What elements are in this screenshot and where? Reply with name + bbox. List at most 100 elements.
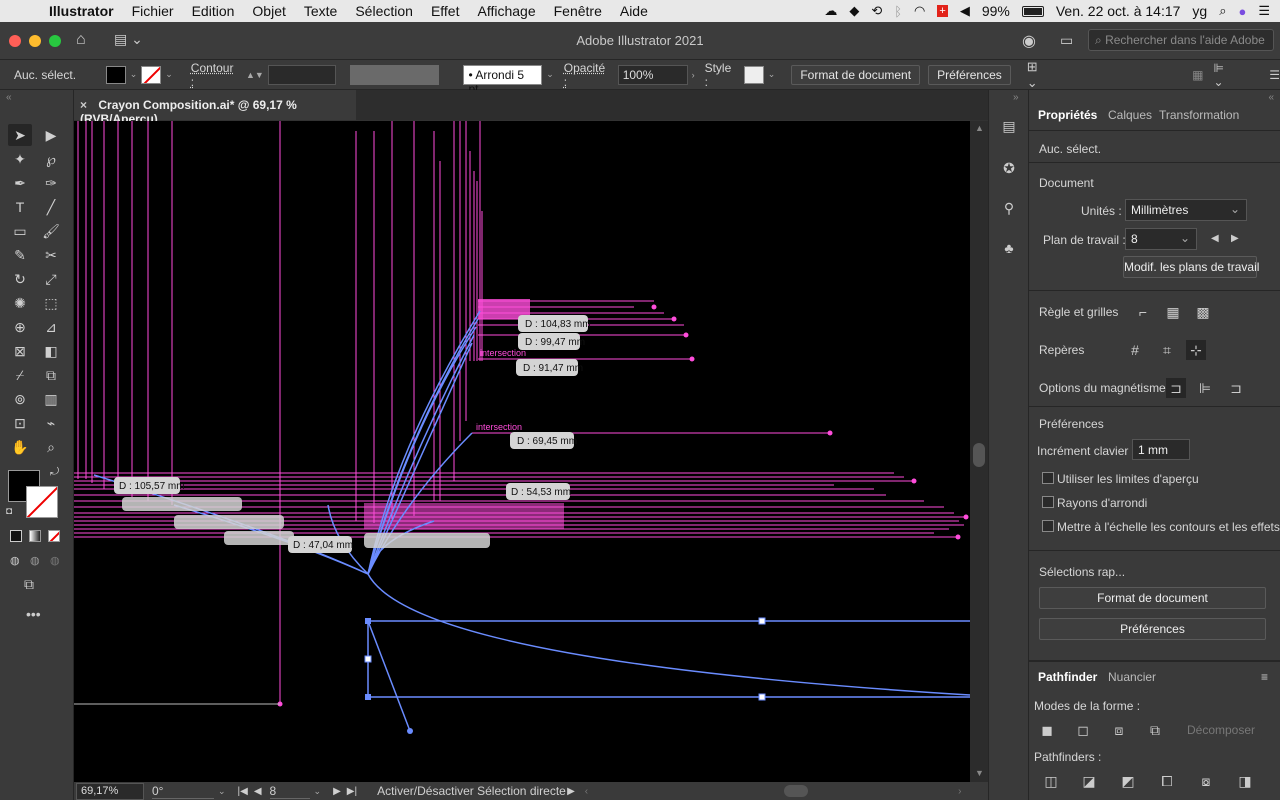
line-tool-icon[interactable]: ╱ [39, 196, 63, 218]
rotate-tool-icon[interactable]: ↻ [8, 268, 32, 290]
outline-icon[interactable]: ⧇ [1196, 771, 1216, 791]
spotlight-icon[interactable]: ⌕ [1219, 3, 1226, 19]
extension-icon[interactable]: ◆ [849, 3, 859, 19]
rulers-icon[interactable]: ⌐ [1133, 302, 1153, 322]
paintbrush-tool-icon[interactable]: 🖌 [39, 220, 63, 242]
menu-aide[interactable]: Aide [611, 3, 657, 19]
siri-icon[interactable]: ● [1238, 4, 1246, 19]
creative-cloud-icon[interactable]: ☁ [824, 3, 837, 19]
control-bar-menu-icon[interactable]: ☰ [1269, 68, 1280, 82]
free-transform-tool-icon[interactable]: ⬚ [39, 292, 63, 314]
scissors-tool-icon[interactable]: ✂ [39, 244, 63, 266]
battery-icon[interactable] [1021, 5, 1044, 17]
snap-to-pixel-icon[interactable]: ⊫ [1195, 378, 1215, 398]
eyedropper-tool-icon[interactable]: ⌿ [8, 364, 32, 386]
menu-objet[interactable]: Objet [243, 3, 294, 19]
fill-dropdown-icon[interactable]: ⌄ [130, 69, 138, 80]
minus-front-icon[interactable]: ◻ [1073, 720, 1093, 740]
tab-pathfinder[interactable]: Pathfinder [1038, 670, 1097, 684]
menu-app-name[interactable]: Illustrator [40, 3, 123, 19]
clock[interactable]: Ven. 22 oct. à 14:17 [1056, 3, 1181, 19]
collapse-tools-icon[interactable]: « [6, 92, 12, 103]
expand-button[interactable]: Décomposer [1179, 719, 1263, 741]
opacity-arrow-icon[interactable]: › [692, 70, 695, 80]
perspective-guides-icon[interactable]: ⊹ [1186, 340, 1206, 360]
prev-artboard-icon[interactable]: ◀ [1211, 233, 1219, 244]
fill-swatch[interactable] [105, 65, 126, 84]
artboard-select[interactable]: 8 ⌄ [1125, 228, 1197, 250]
style-dropdown-icon[interactable]: ⌄ [768, 69, 776, 80]
zoom-level-input[interactable]: 69,17% [76, 782, 144, 800]
style-swatch[interactable] [743, 65, 764, 84]
scroll-thumb[interactable] [973, 443, 985, 467]
shaper-tool-icon[interactable]: ✎ [8, 244, 32, 266]
shape-builder-tool-icon[interactable]: ⊕ [8, 316, 32, 338]
symbols-panel-icon[interactable]: ♣ [999, 238, 1019, 258]
lasso-tool-icon[interactable]: ℘ [39, 148, 63, 170]
menu-affichage[interactable]: Affichage [468, 3, 544, 19]
preview-bounds-checkbox[interactable] [1042, 472, 1054, 484]
intersect-icon[interactable]: ⧈ [1109, 720, 1129, 740]
gradient-tool-icon[interactable]: ◧ [39, 340, 63, 362]
pen-tool-icon[interactable]: ✒ [8, 172, 32, 194]
scroll-up-icon[interactable]: ▲ [975, 123, 984, 133]
variable-width-profile[interactable] [349, 64, 440, 85]
rotation-input[interactable]: 0° [152, 784, 214, 799]
draw-behind-icon[interactable]: ◍ [30, 554, 40, 567]
snap-to-glyph-icon[interactable]: ⊐ [1226, 378, 1246, 398]
artboard-dropdown-icon[interactable]: ⌄ [314, 786, 322, 797]
show-guides-icon[interactable]: # [1125, 340, 1145, 360]
menu-effet[interactable]: Effet [422, 3, 469, 19]
mesh-tool-icon[interactable]: ⊠ [8, 340, 32, 362]
color-mode-icon[interactable] [10, 530, 22, 542]
volume-icon[interactable]: ◀ [960, 3, 970, 19]
grid-icon[interactable]: ▦ [1163, 302, 1183, 322]
first-artboard-icon[interactable]: |◀ [238, 786, 248, 797]
help-search-input[interactable]: ⌕ Rechercher dans l'aide Adobe [1088, 29, 1274, 51]
pathfinder-menu-icon[interactable]: ≡ [1261, 670, 1268, 684]
stroke-color-box[interactable] [26, 486, 58, 518]
stroke-dropdown-icon[interactable]: ⌄ [165, 69, 173, 80]
arrange-docs-icon[interactable]: ⊞ ⌄ [1027, 59, 1052, 91]
scroll-down-icon[interactable]: ▼ [975, 768, 984, 778]
direct-selection-tool-icon[interactable]: ▶ [39, 124, 63, 146]
menu-fenetre[interactable]: Fenêtre [545, 3, 611, 19]
slice-tool-icon[interactable]: ⌁ [39, 412, 63, 434]
keyboard-increment-input[interactable]: 1 mm [1132, 439, 1190, 460]
swiss-flag-icon[interactable]: + [937, 5, 948, 17]
puppet-warp-tool-icon[interactable]: ✺ [8, 292, 32, 314]
stroke-weight-input[interactable] [267, 64, 336, 85]
tab-transform[interactable]: Transformation [1159, 108, 1239, 122]
close-tab-icon[interactable]: × [80, 98, 87, 112]
transparency-grid-icon[interactable]: ▩ [1193, 302, 1213, 322]
menu-selection[interactable]: Sélection [346, 3, 422, 19]
brush-definition[interactable]: • Arrondi 5 pt [463, 64, 543, 96]
brush-dropdown-icon[interactable]: ⌄ [546, 69, 554, 80]
rotation-dropdown-icon[interactable]: ⌄ [218, 786, 226, 797]
tool-hint-label[interactable]: Activer/Désactiver Sélection directe [377, 784, 567, 798]
collapse-panels-icon[interactable]: « [1268, 92, 1274, 103]
zoom-tool-icon[interactable]: ⌕ [39, 436, 63, 458]
artboard-canvas[interactable]: intersection intersection D : 104,83 mm … [74, 121, 970, 782]
corner-radius-checkbox[interactable] [1042, 496, 1054, 508]
stroke-swatch[interactable] [141, 65, 162, 84]
scale-strokes-label[interactable]: Mettre à l'échelle les contours et les e… [1057, 520, 1280, 534]
bluetooth-icon[interactable]: ᛒ [894, 4, 902, 19]
user-name[interactable]: yg [1192, 3, 1207, 19]
corner-radius-label[interactable]: Rayons d'arrondi [1057, 496, 1147, 510]
wifi-icon[interactable]: ◠ [914, 3, 925, 19]
none-mode-icon[interactable] [48, 530, 60, 542]
previous-artboard-icon[interactable]: ◀ [254, 786, 262, 797]
control-center-icon[interactable]: ☰ [1258, 3, 1270, 19]
exclude-icon[interactable]: ⧉ [1145, 720, 1165, 740]
next-artboard-icon[interactable]: ▶ [333, 786, 341, 797]
gradient-mode-icon[interactable] [29, 530, 41, 542]
h-scroll-left-icon[interactable]: ‹ [585, 786, 588, 797]
column-graph-tool-icon[interactable]: ▥ [39, 388, 63, 410]
crop-icon[interactable]: ⧠ [1157, 771, 1177, 791]
preview-bounds-label[interactable]: Utiliser les limites d'aperçu [1057, 472, 1199, 486]
unite-icon[interactable]: ◼ [1037, 720, 1057, 740]
preferences-button[interactable]: Préférences [928, 64, 1011, 85]
tab-swatches[interactable]: Nuancier [1108, 670, 1156, 684]
collapse-strip-icon[interactable]: » [1013, 92, 1019, 103]
